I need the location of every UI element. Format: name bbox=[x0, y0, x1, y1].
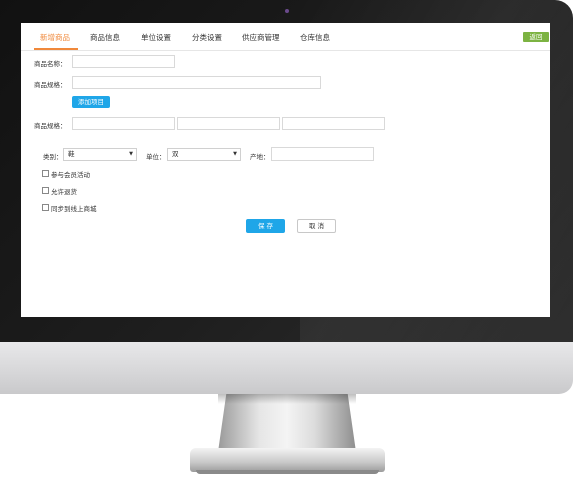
unit-label: 单位： bbox=[146, 153, 166, 161]
spec-value-input-3[interactable] bbox=[282, 117, 385, 130]
product-spec2-label: 商品规格： bbox=[34, 122, 67, 130]
sync-online-store-label: 同步到线上商城 bbox=[51, 205, 97, 213]
active-tab-indicator bbox=[34, 48, 78, 50]
unit-value: 双 bbox=[172, 150, 179, 158]
cancel-button[interactable]: 取 消 bbox=[297, 219, 336, 233]
unit-select[interactable]: 双 ▼ bbox=[167, 148, 241, 161]
allow-return-label: 允许退货 bbox=[51, 188, 77, 196]
add-item-button[interactable]: 添加项目 bbox=[72, 96, 110, 108]
product-spec-input[interactable] bbox=[72, 76, 321, 89]
spec-value-input-1[interactable] bbox=[72, 117, 175, 130]
camera-icon bbox=[285, 9, 289, 13]
screen: 新增商品 商品信息 单位设置 分类设置 供应商管理 仓库信息 返回 商品名称： … bbox=[21, 23, 550, 317]
tab-supplier-management[interactable]: 供应商管理 bbox=[242, 32, 280, 43]
allow-return-checkbox[interactable] bbox=[42, 187, 49, 194]
spec-value-input-2[interactable] bbox=[177, 117, 280, 130]
tab-product-info[interactable]: 商品信息 bbox=[90, 32, 120, 43]
back-button[interactable]: 返回 bbox=[523, 32, 549, 42]
chevron-down-icon: ▼ bbox=[233, 151, 237, 157]
product-spec-label: 商品规格： bbox=[34, 81, 67, 89]
stand-shadow bbox=[218, 394, 356, 404]
tab-unit-settings[interactable]: 单位设置 bbox=[141, 32, 171, 43]
tab-category-settings[interactable]: 分类设置 bbox=[192, 32, 222, 43]
tab-warehouse-info[interactable]: 仓库信息 bbox=[300, 32, 330, 43]
monitor-base-edge bbox=[196, 470, 379, 474]
monitor-base bbox=[190, 448, 385, 472]
tab-add-product[interactable]: 新增商品 bbox=[40, 32, 70, 43]
category-label: 类别： bbox=[43, 153, 63, 161]
category-select[interactable]: 鞋 ▼ bbox=[63, 148, 137, 161]
tab-bar: 新增商品 商品信息 单位设置 分类设置 供应商管理 仓库信息 返回 bbox=[21, 23, 550, 51]
member-activity-label: 参与会员活动 bbox=[51, 171, 90, 179]
save-button[interactable]: 保 存 bbox=[246, 219, 285, 233]
product-name-label: 商品名称： bbox=[34, 60, 67, 68]
chevron-down-icon: ▼ bbox=[129, 151, 133, 157]
monitor-chin bbox=[0, 342, 573, 394]
category-value: 鞋 bbox=[68, 150, 75, 158]
sync-online-store-checkbox[interactable] bbox=[42, 204, 49, 211]
member-activity-checkbox[interactable] bbox=[42, 170, 49, 177]
product-name-input[interactable] bbox=[72, 55, 175, 68]
origin-label: 产地： bbox=[250, 153, 270, 161]
origin-input[interactable] bbox=[271, 147, 374, 161]
